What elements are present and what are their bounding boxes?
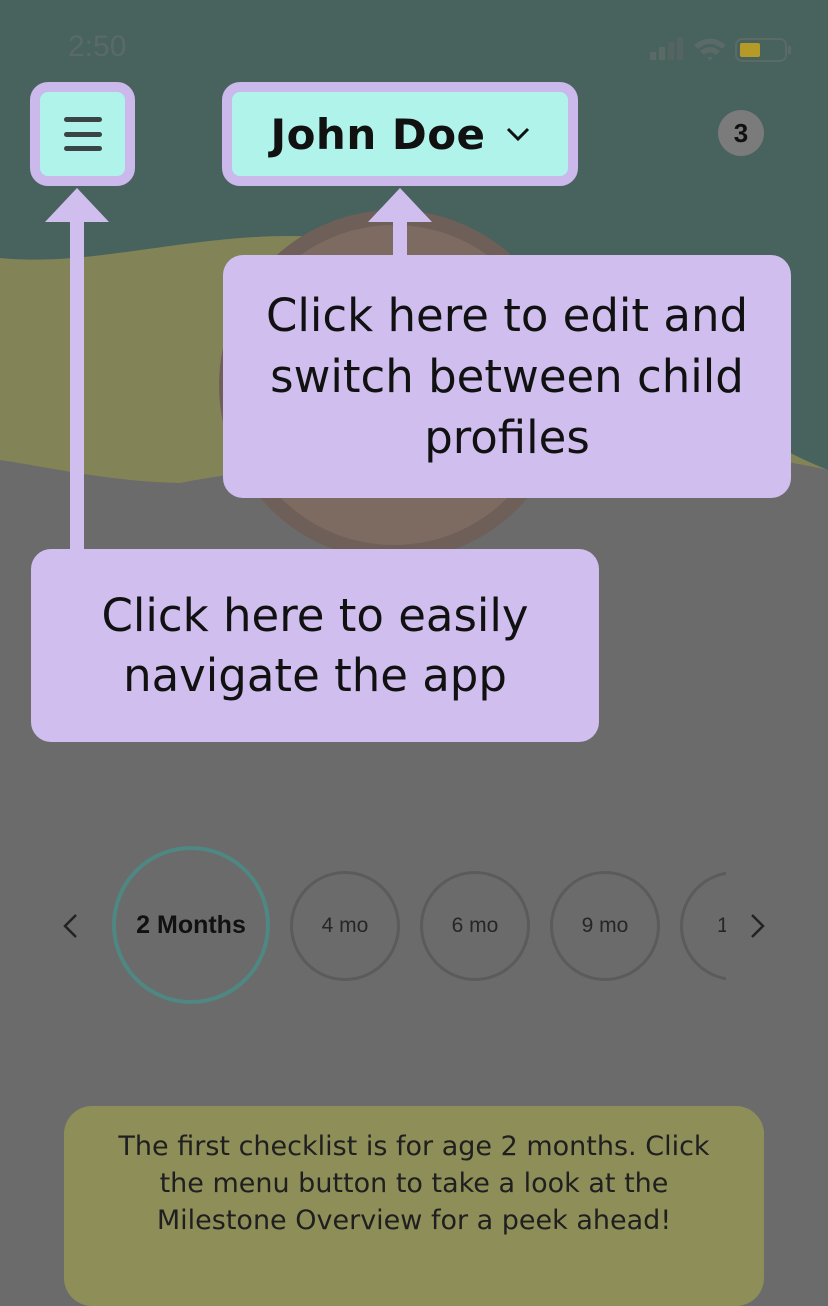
profile-name: John Doe xyxy=(270,109,486,159)
notification-badge[interactable]: 3 xyxy=(718,110,764,156)
menu-button[interactable] xyxy=(30,82,135,186)
tooltip-profile: Click here to edit and switch between ch… xyxy=(223,255,791,498)
tooltip-menu: Click here to easily navigate the app xyxy=(31,549,599,742)
wifi-icon xyxy=(694,38,726,61)
signal-icon xyxy=(650,52,656,60)
tooltip-menu-arrow xyxy=(45,188,109,222)
profile-switcher-button[interactable]: John Doe xyxy=(222,82,578,186)
tooltip-profile-arrow xyxy=(368,188,432,222)
checklist-intro-card: The first checklist is for age 2 months.… xyxy=(64,1106,764,1306)
status-time: 2:50 xyxy=(68,30,127,63)
checklist-intro-text: The first checklist is for age 2 months.… xyxy=(118,1131,710,1236)
status-icons xyxy=(650,37,791,62)
chevron-right-icon[interactable] xyxy=(748,912,768,940)
age-option-next[interactable]: 1 xyxy=(680,871,726,981)
age-option-6-mo[interactable]: 6 mo xyxy=(420,871,530,981)
age-option-4-mo[interactable]: 4 mo xyxy=(290,871,400,981)
age-option-clip: 1 xyxy=(680,871,726,981)
tooltip-profile-text: Click here to edit and switch between ch… xyxy=(265,289,749,464)
age-option-9-mo[interactable]: 9 mo xyxy=(550,871,660,981)
tooltip-menu-text: Click here to easily navigate the app xyxy=(101,588,529,702)
hamburger-icon xyxy=(63,117,102,151)
age-selector: 2 Months 4 mo 6 mo 9 mo 1 xyxy=(0,846,828,1006)
age-option-2-months[interactable]: 2 Months xyxy=(112,846,270,1004)
chevron-down-icon xyxy=(506,127,529,142)
